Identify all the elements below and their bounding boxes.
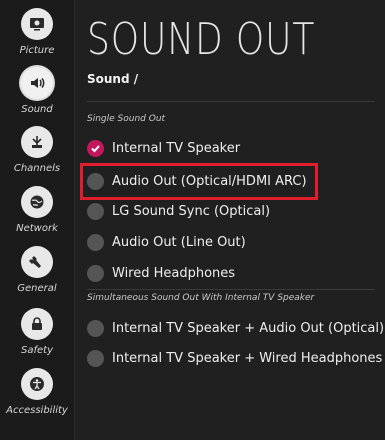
option-label: Internal TV Speaker (112, 140, 241, 156)
option-internal-tv-speaker[interactable]: Internal TV Speaker (87, 137, 240, 159)
divider (87, 289, 375, 290)
option-label: Internal TV Speaker + Wired Headphones (112, 350, 383, 366)
sidebar-item-general[interactable]: General (0, 246, 74, 294)
picture-icon (21, 8, 53, 40)
check-icon (91, 144, 100, 152)
sound-out-panel: SOUND OUT Sound / Single Sound Out Inter… (75, 0, 385, 440)
option-speaker-plus-wired-headphones[interactable]: Internal TV Speaker + Wired Headphones (87, 347, 382, 369)
option-label: LG Sound Sync (Optical) (112, 203, 271, 219)
option-label: Internal TV Speaker + Audio Out (Optical… (112, 320, 385, 336)
sidebar-item-channels[interactable]: Channels (0, 126, 74, 174)
speaker-icon (21, 67, 53, 99)
settings-sidebar: Picture Sound Channels Network General S… (0, 0, 75, 440)
breadcrumb: Sound / (87, 72, 139, 86)
section-label-single: Single Sound Out (87, 114, 166, 124)
radio-unchecked[interactable] (87, 233, 104, 251)
section-label-simultaneous: Simultaneous Sound Out With Internal TV … (87, 293, 315, 303)
option-audio-out-line-out[interactable]: Audio Out (Line Out) (87, 231, 246, 253)
sidebar-item-network[interactable]: Network (0, 186, 74, 234)
option-speaker-plus-audio-out[interactable]: Internal TV Speaker + Audio Out (Optical… (87, 317, 384, 339)
highlight-box (80, 163, 318, 200)
sidebar-label: Network (16, 223, 58, 234)
sidebar-item-safety[interactable]: Safety (0, 308, 74, 356)
option-wired-headphones[interactable]: Wired Headphones (87, 262, 235, 284)
page-title: SOUND OUT (87, 14, 316, 65)
option-label: Audio Out (Line Out) (112, 234, 246, 250)
antenna-icon (21, 126, 53, 158)
option-label: Wired Headphones (112, 265, 236, 281)
globe-icon (21, 186, 53, 218)
radio-unchecked[interactable] (87, 202, 104, 220)
sidebar-item-picture[interactable]: Picture (0, 8, 74, 56)
sidebar-label: Picture (19, 45, 55, 56)
accessibility-icon (21, 368, 53, 400)
sidebar-label: Safety (21, 345, 53, 356)
option-lg-sound-sync[interactable]: LG Sound Sync (Optical) (87, 200, 270, 222)
sidebar-label: General (17, 283, 57, 294)
lock-icon (21, 308, 53, 340)
radio-unchecked[interactable] (87, 264, 104, 282)
sidebar-label: Sound (21, 104, 53, 115)
sidebar-item-accessibility[interactable]: Accessibility (0, 368, 74, 416)
sidebar-label: Channels (13, 163, 61, 174)
wrench-icon (21, 246, 53, 278)
radio-checked[interactable] (87, 139, 104, 157)
radio-unchecked[interactable] (87, 349, 104, 367)
divider (87, 101, 375, 102)
sidebar-label: Accessibility (6, 405, 68, 416)
radio-unchecked[interactable] (87, 319, 104, 337)
sidebar-item-sound[interactable]: Sound (0, 67, 74, 115)
